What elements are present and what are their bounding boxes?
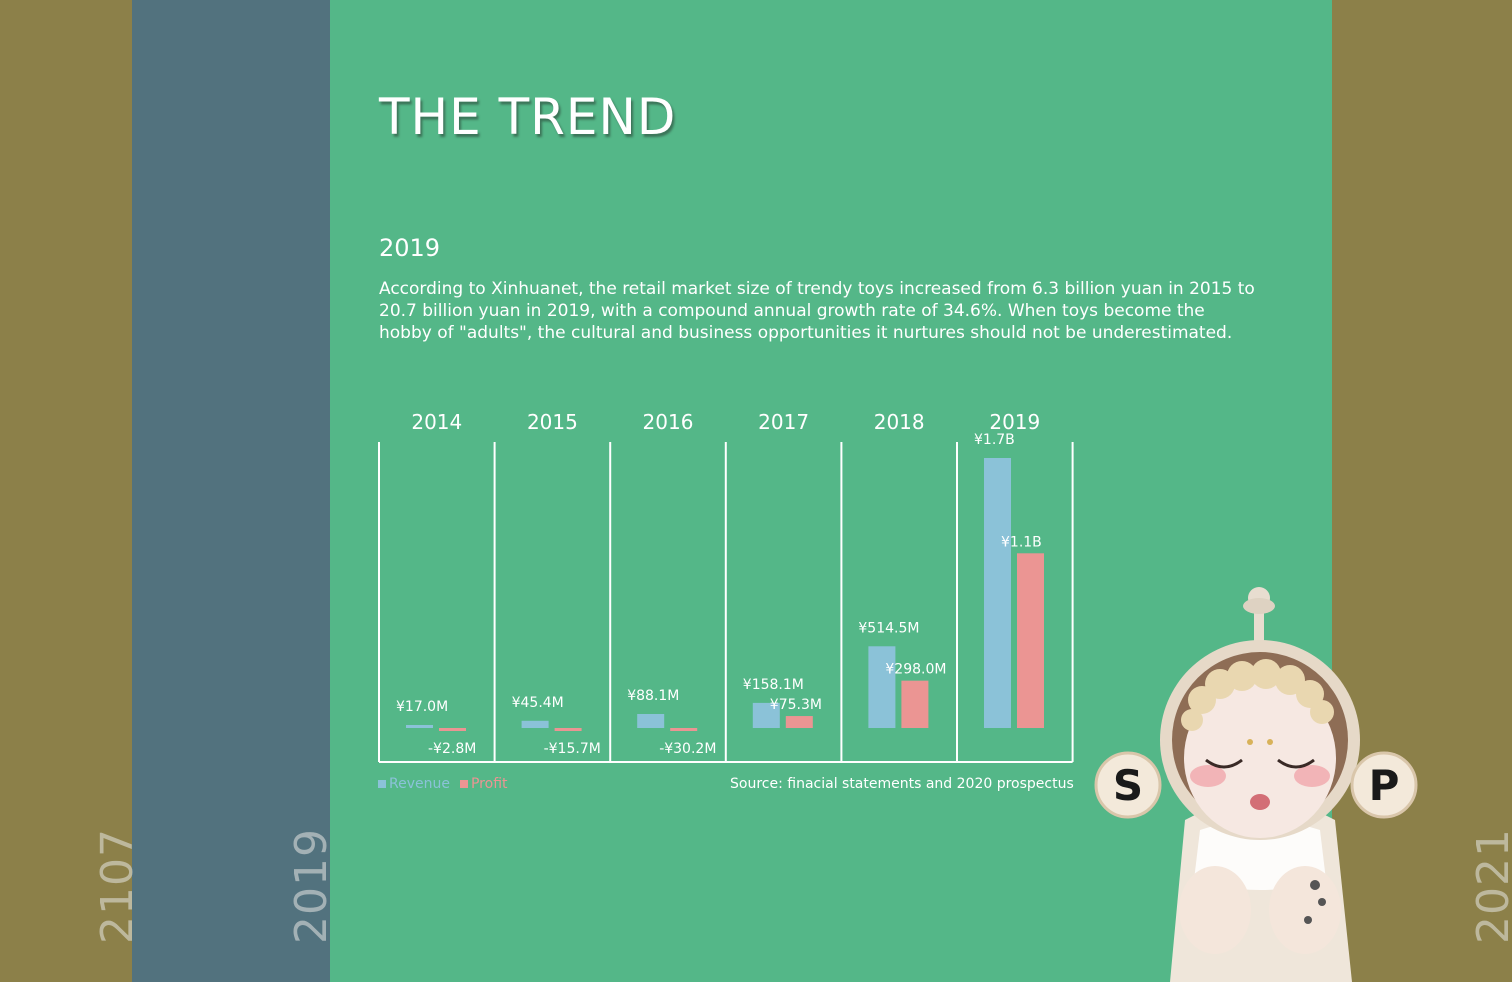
profit-data-label-2019: ¥1.1B <box>1001 534 1042 550</box>
profit-data-label-2017: ¥75.3M <box>770 697 822 713</box>
revenue-bar-2018 <box>868 646 896 728</box>
description-paragraph: According to Xinhuanet, the retail marke… <box>379 279 1255 343</box>
revenue-data-label-2016: ¥88.1M <box>627 688 679 704</box>
section-year: 2019 <box>379 234 441 262</box>
revenue-data-label-2015: ¥45.4M <box>512 695 564 711</box>
revenue-bar-2019 <box>984 458 1011 728</box>
chart-legend: Revenue Profit <box>378 776 508 792</box>
revenue-profit-chart: 2014 ¥17.0M -¥2.8M 2015 ¥45.4M -¥15.7M 2016 ¥88… <box>378 410 1074 763</box>
profit-data-label-2014: -¥2.8M <box>428 741 476 757</box>
revenue-data-label-2014: ¥17.0M <box>396 699 448 715</box>
sp-astronaut-doll-figure-icon: S P <box>1094 587 1418 982</box>
revenue-bar-2014 <box>406 725 433 728</box>
year-label-2016: 2016 <box>643 410 694 434</box>
muff-letter-s: S <box>1113 761 1143 810</box>
year-label-2014: 2014 <box>411 410 462 434</box>
year-label-2019: 2019 <box>989 410 1040 434</box>
revenue-bar-2015 <box>521 720 549 728</box>
page-title: THE TREND <box>379 88 677 146</box>
profit-data-label-2015: -¥15.7M <box>544 741 601 757</box>
profit-swatch <box>459 780 468 788</box>
legend-item-revenue: Revenue <box>378 776 450 792</box>
profit-bar-2018 <box>901 680 929 728</box>
year-label-2015: 2015 <box>527 410 578 434</box>
year-label-2018: 2018 <box>874 410 925 434</box>
revenue-swatch <box>378 780 386 788</box>
revenue-data-label-2017: ¥158.1M <box>743 677 804 693</box>
profit-bar-2016 <box>670 728 698 731</box>
revenue-data-label-2019: ¥1.7B <box>974 432 1015 448</box>
profit-data-label-2018: ¥298.0M <box>885 662 946 678</box>
tab-year-2107[interactable]: 2107 <box>92 828 143 944</box>
legend-label-revenue: Revenue <box>389 776 450 792</box>
revenue-bar-2016 <box>637 714 665 728</box>
legend-label-profit: Profit <box>470 776 508 792</box>
muff-letter-p: P <box>1369 761 1400 810</box>
revenue-data-label-2018: ¥514.5M <box>858 620 919 636</box>
profit-bar-2014 <box>439 728 466 731</box>
profit-bar-2019 <box>1017 553 1044 728</box>
profit-bar-2017 <box>785 716 813 728</box>
year-label-2017: 2017 <box>758 410 809 434</box>
tab-year-2021[interactable]: 2021 <box>1468 828 1512 944</box>
chart-source-note: Source: finacial statements and 2020 pro… <box>730 776 1074 792</box>
legend-item-profit: Profit <box>459 776 508 792</box>
profit-bar-2015 <box>554 728 582 731</box>
profit-data-label-2016: -¥30.2M <box>659 741 716 757</box>
